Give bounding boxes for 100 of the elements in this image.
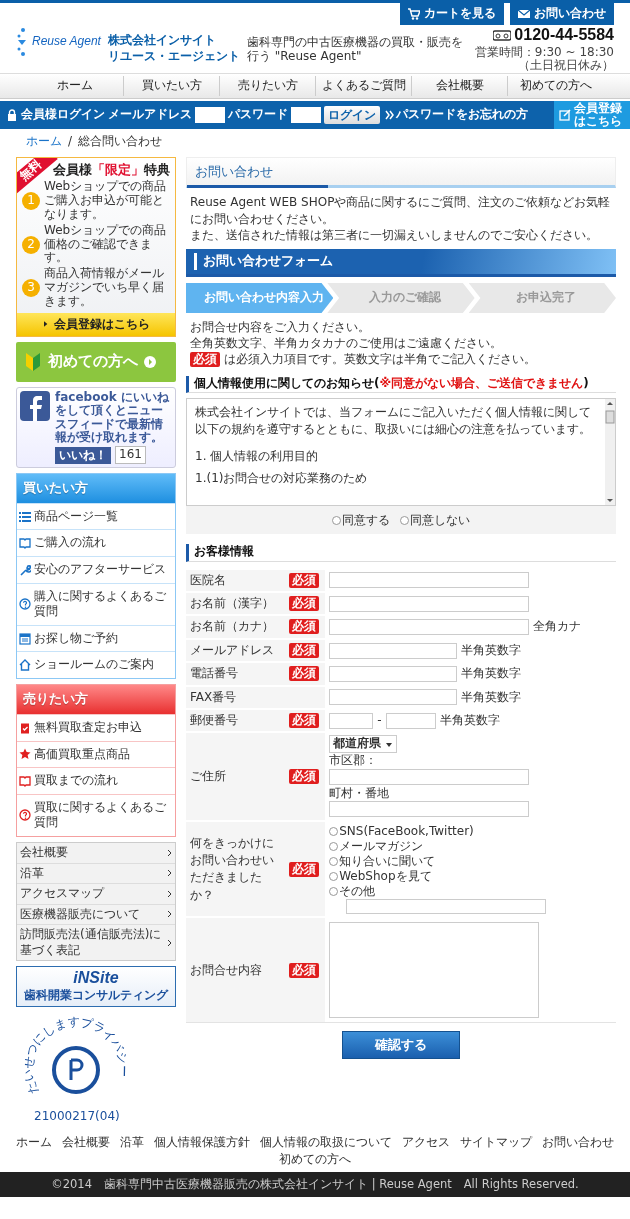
text-field[interactable] — [329, 642, 458, 659]
header-button[interactable]: カートを見る — [400, 3, 504, 25]
breadcrumb-current: 総合問い合わせ — [78, 134, 163, 150]
radio-label: 同意しない — [410, 512, 470, 528]
progress-step: 入力のご確認 — [327, 282, 475, 313]
section-heading: 個人情報使用に関してのお知らせ(※同意がない場合、ご送信できません) — [186, 375, 616, 394]
page-title: お問い合わせ — [186, 156, 616, 189]
nav-link[interactable]: ホーム — [27, 76, 123, 96]
book-icon — [19, 774, 31, 787]
register-button[interactable]: 会員登録はこちら — [17, 312, 175, 336]
required-badge: 必須 — [190, 352, 220, 368]
logo[interactable]: Reuse Agent — [16, 27, 101, 57]
privacy-mark: たいせつにしますプライバシー 21000217(04) — [16, 1012, 136, 1125]
radio-button[interactable] — [329, 857, 339, 867]
footer-link[interactable]: アクセス — [402, 1135, 450, 1151]
number-badge: 1 — [22, 192, 40, 211]
number-badge: 2 — [22, 235, 40, 254]
field-label: お名前（カナ） — [190, 619, 274, 634]
footer-link[interactable]: ホーム — [16, 1135, 52, 1151]
nav-link[interactable]: 買いたい方 — [123, 76, 219, 96]
radio-label: WebShopを見て — [339, 869, 432, 885]
benefit-text: 商品入荷情報がメールマガジンでいち早く届きます。 — [44, 267, 165, 309]
field-hint: 半角英数字 — [461, 642, 522, 659]
insite-banner[interactable]: iNSite 歯科開業コンサルティング — [16, 966, 176, 1008]
radio-button[interactable] — [329, 872, 339, 882]
radio-button[interactable] — [329, 887, 339, 897]
member-benefits-banner[interactable]: 無料 会員様「限定」特典 1 Webショップでの商品ご購入お申込が可能となります。 2 Webショップでの商品価格のご確認できます。 3 商品入荷情報がメールマガジンでいち早く届きます。 会員登録はこちら — [16, 156, 176, 337]
sidebar-link[interactable]: 訪問販売法(通信販売法)に基づく表記 — [20, 927, 165, 959]
message-field[interactable] — [329, 922, 540, 1019]
arrow-circle-icon — [144, 355, 156, 368]
required-badge: 必須 — [289, 666, 320, 682]
prefecture-select[interactable]: 都道府県 — [329, 735, 398, 753]
field-hint: 半角英数字 — [461, 666, 522, 682]
radio-label: その他 — [339, 884, 376, 900]
sidebar-link[interactable]: 医療機器販売について — [20, 906, 140, 923]
required-badge: 必須 — [289, 572, 320, 588]
breadcrumb-link[interactable]: ホーム — [26, 134, 62, 150]
sidebar-link[interactable]: 沿革 — [20, 865, 44, 882]
text-field[interactable] — [329, 619, 530, 636]
nav-link[interactable]: 初めての方へ — [507, 76, 603, 96]
panel-title: 売りたい方 — [17, 685, 175, 714]
scrollbar[interactable] — [605, 399, 615, 506]
text-field[interactable] — [329, 801, 530, 818]
business-hours: 営業時間：9:30 ~ 18:30（土日祝日休み） — [473, 45, 614, 74]
required-badge: 必須 — [289, 712, 320, 728]
footer-link[interactable]: 初めての方へ — [279, 1152, 351, 1168]
facebook-text: facebook にいいねをして頂くとニュースフィードで最新情報が受け取れます。 — [55, 390, 170, 445]
text-field[interactable] — [346, 899, 547, 915]
note-text: 全角英数文字、半角カタカナのご使用はご遠慮ください。 — [190, 335, 503, 352]
chevron-icon — [167, 889, 172, 898]
postal-code-field[interactable] — [385, 712, 436, 729]
like-button[interactable]: いいね！ — [55, 446, 111, 464]
company-name: 株式会社インサイト — [107, 33, 217, 49]
text-field[interactable] — [329, 665, 458, 682]
text-field[interactable] — [329, 572, 530, 589]
text-field[interactable] — [329, 768, 530, 785]
facebook-banner[interactable]: facebook にいいねをして頂くとニュースフィードで最新情報が受け取れます。 いいね！ 161 — [16, 386, 176, 468]
radio-button[interactable] — [400, 515, 409, 525]
chevron-icon — [167, 938, 172, 947]
intro-text: また、送信された情報は第三者に一切漏えいしませんのでご安心ください。 — [190, 226, 599, 244]
text-field[interactable] — [329, 689, 458, 706]
login-title: 会員様ログイン — [21, 107, 105, 123]
field-label: パスワード — [228, 107, 288, 123]
radio-button[interactable] — [332, 515, 341, 525]
footer-link[interactable]: 個人情報の取扱について — [260, 1135, 392, 1151]
number-badge: 3 — [22, 278, 40, 297]
radio-button[interactable] — [329, 842, 339, 852]
sidebar-link[interactable]: 会社概要 — [20, 844, 68, 861]
chevron-icon — [167, 910, 172, 919]
nav-link[interactable]: よくあるご質問 — [315, 76, 411, 96]
mail-icon — [518, 7, 530, 20]
field-label: ご住所 — [190, 769, 226, 784]
text-field[interactable] — [329, 595, 530, 612]
footer-link[interactable]: 会社概要 — [62, 1135, 110, 1151]
confirm-button[interactable]: 確認する — [342, 1031, 460, 1060]
postal-code-field[interactable] — [329, 712, 374, 729]
required-badge: 必須 — [289, 642, 320, 658]
house-icon — [19, 659, 31, 672]
footer-link[interactable]: 個人情報保護方針 — [154, 1135, 250, 1151]
section-heading: お客様情報 — [186, 544, 616, 562]
header-button[interactable]: お問い合わせ — [510, 3, 614, 25]
email-field[interactable] — [195, 107, 225, 123]
login-button[interactable]: ログイン — [324, 106, 380, 124]
password-field[interactable] — [291, 107, 321, 123]
chevron-icon — [167, 869, 172, 878]
calendar-icon — [19, 632, 31, 645]
field-label: 市区郡： — [329, 753, 379, 769]
required-badge: 必須 — [289, 962, 320, 978]
footer-link[interactable]: サイトマップ — [460, 1135, 532, 1151]
nav-link[interactable]: 会社概要 — [411, 76, 507, 96]
book-icon — [19, 537, 31, 550]
footer-link[interactable]: 沿革 — [120, 1135, 144, 1151]
footer-link[interactable]: お問い合わせ — [542, 1135, 614, 1151]
policy-text: 株式会社インサイトでは、当フォームにご記入いただく個人情報に関して以下の規約を遵守するとともに、取扱いには細心の注意を払っています。 — [195, 404, 592, 438]
radio-label: 知り合いに聞いて — [339, 854, 436, 870]
radio-button[interactable] — [329, 827, 339, 837]
forgot-password-link[interactable]: パスワードをお忘れの方 — [385, 107, 528, 123]
nav-link[interactable]: 売りたい方 — [219, 76, 315, 96]
sidebar-link[interactable]: アクセスマップ — [20, 886, 104, 902]
question-icon — [19, 598, 31, 611]
